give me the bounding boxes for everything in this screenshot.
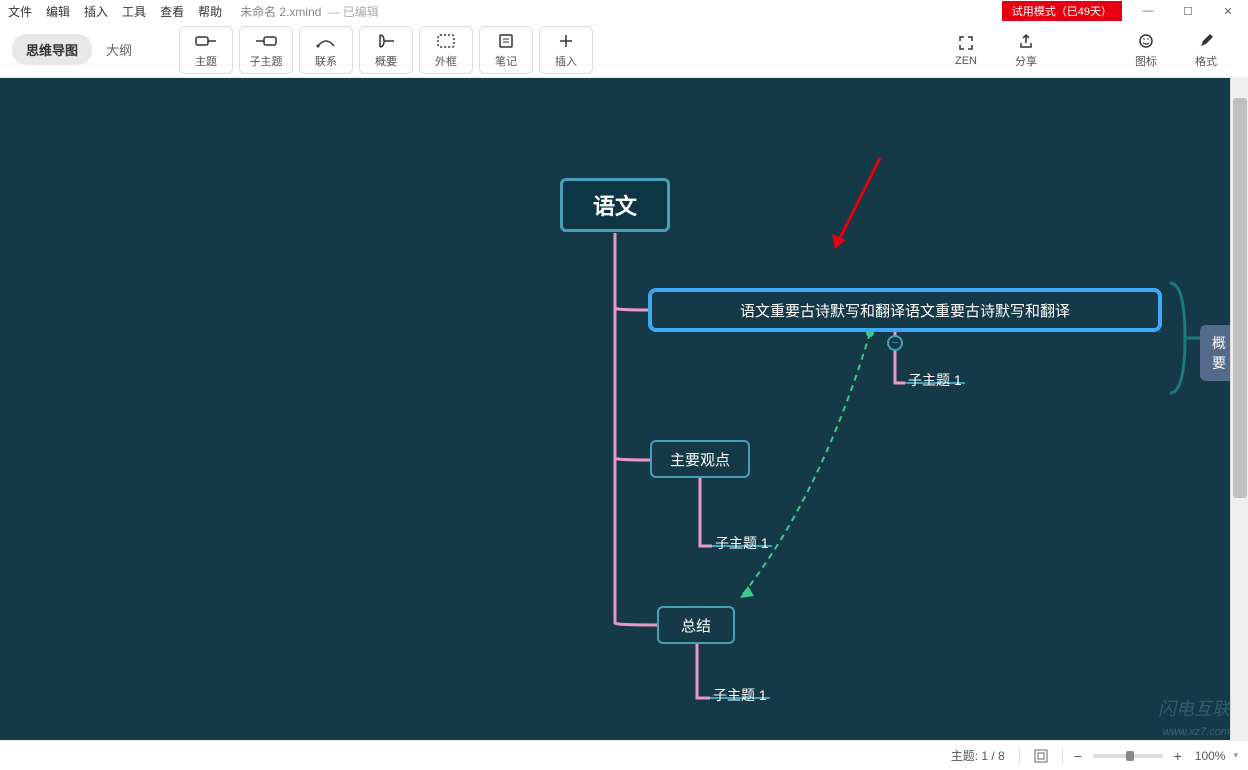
topic-icon bbox=[195, 31, 217, 51]
format-button[interactable]: 格式 bbox=[1179, 26, 1233, 74]
window-maximize-button[interactable]: ☐ bbox=[1168, 0, 1208, 22]
subtopic-label: 子主题 bbox=[250, 53, 283, 69]
zoom-out-button[interactable]: − bbox=[1069, 748, 1087, 764]
share-button[interactable]: 分享 bbox=[999, 26, 1053, 74]
branch-topic-2[interactable]: 主要观点 bbox=[650, 440, 750, 478]
format-label: 格式 bbox=[1195, 53, 1217, 69]
zoom-slider[interactable] bbox=[1093, 754, 1163, 758]
branch-topic-3[interactable]: 总结 bbox=[657, 606, 735, 644]
topic-button[interactable]: 主题 bbox=[179, 26, 233, 74]
branch-topic-1[interactable]: 语文重要古诗默写和翻译语文重要古诗默写和翻译 bbox=[650, 290, 1160, 330]
window-minimize-button[interactable]: — bbox=[1128, 0, 1168, 22]
collapse-toggle[interactable]: − bbox=[887, 335, 903, 351]
boundary-label: 外框 bbox=[435, 53, 457, 69]
icons-label: 图标 bbox=[1135, 53, 1157, 69]
summary-topic[interactable]: 概要 bbox=[1200, 325, 1230, 381]
zen-icon bbox=[958, 33, 974, 53]
vertical-scrollbar[interactable] bbox=[1230, 78, 1248, 740]
trial-mode-badge[interactable]: 试用模式（已49天） bbox=[1002, 1, 1122, 21]
document-filename: 未命名 2.xmind bbox=[240, 3, 321, 20]
tab-outline[interactable]: 大纲 bbox=[92, 34, 146, 65]
branch3-subtopic[interactable]: 子主题 1 bbox=[713, 685, 767, 705]
menu-tools[interactable]: 工具 bbox=[122, 3, 146, 20]
brush-icon bbox=[1198, 31, 1214, 51]
menu-help[interactable]: 帮助 bbox=[198, 3, 222, 20]
fit-icon bbox=[1034, 749, 1048, 763]
scrollbar-thumb[interactable] bbox=[1233, 98, 1247, 498]
fit-view-button[interactable] bbox=[1034, 749, 1048, 763]
boundary-button[interactable]: 外框 bbox=[419, 26, 473, 74]
annotation-arrow bbox=[820, 148, 900, 268]
relationship-label: 联系 bbox=[315, 53, 337, 69]
insert-button[interactable]: 插入 bbox=[539, 26, 593, 74]
zoom-dropdown-icon[interactable]: ▾ bbox=[1233, 750, 1238, 761]
share-label: 分享 bbox=[1015, 53, 1037, 69]
root-topic[interactable]: 语文 bbox=[560, 178, 670, 232]
topic-label: 主题 bbox=[195, 53, 217, 69]
menu-insert[interactable]: 插入 bbox=[84, 3, 108, 20]
notes-icon bbox=[498, 31, 514, 51]
mindmap-canvas[interactable]: 语文 语文重要古诗默写和翻译语文重要古诗默写和翻译 − 子主题 1 主要观点 子… bbox=[0, 78, 1230, 740]
zen-button[interactable]: ZEN bbox=[939, 26, 993, 74]
tab-mindmap[interactable]: 思维导图 bbox=[12, 34, 92, 65]
notes-button[interactable]: 笔记 bbox=[479, 26, 533, 74]
branch2-subtopic[interactable]: 子主题 1 bbox=[715, 533, 769, 553]
toolbar: 思维导图 大纲 主题 子主题 联系 概要 bbox=[0, 22, 1248, 78]
summary-icon bbox=[376, 31, 396, 51]
icons-button[interactable]: 图标 bbox=[1119, 26, 1173, 74]
menu-view[interactable]: 查看 bbox=[160, 3, 184, 20]
relationship-button[interactable]: 联系 bbox=[299, 26, 353, 74]
subtopic-icon bbox=[255, 31, 277, 51]
zoom-in-button[interactable]: + bbox=[1169, 748, 1187, 764]
zen-label: ZEN bbox=[955, 55, 977, 67]
subtopic-button[interactable]: 子主题 bbox=[239, 26, 293, 74]
statusbar: 主题: 1 / 8 − + 100% ▾ bbox=[0, 740, 1248, 770]
topic-count-label: 主题: bbox=[951, 747, 978, 764]
notes-label: 笔记 bbox=[495, 53, 517, 69]
menu-file[interactable]: 文件 bbox=[8, 3, 32, 20]
summary-label: 概要 bbox=[375, 53, 397, 69]
boundary-icon bbox=[437, 31, 455, 51]
insert-label: 插入 bbox=[555, 53, 577, 69]
zoom-level[interactable]: 100% bbox=[1195, 749, 1226, 763]
relationship-icon bbox=[316, 31, 336, 51]
window-close-button[interactable]: ✕ bbox=[1208, 0, 1248, 22]
topic-count-value: 1 / 8 bbox=[981, 749, 1004, 763]
share-icon bbox=[1018, 31, 1034, 51]
smiley-icon bbox=[1138, 31, 1154, 51]
menubar: 文件 编辑 插入 工具 查看 帮助 未命名 2.xmind — 已编辑 试用模式… bbox=[0, 0, 1248, 22]
branch1-subtopic[interactable]: 子主题 1 bbox=[908, 370, 962, 390]
summary-button[interactable]: 概要 bbox=[359, 26, 413, 74]
menu-edit[interactable]: 编辑 bbox=[46, 3, 70, 20]
document-edited-indicator: — 已编辑 bbox=[327, 3, 378, 20]
plus-icon bbox=[559, 31, 573, 51]
